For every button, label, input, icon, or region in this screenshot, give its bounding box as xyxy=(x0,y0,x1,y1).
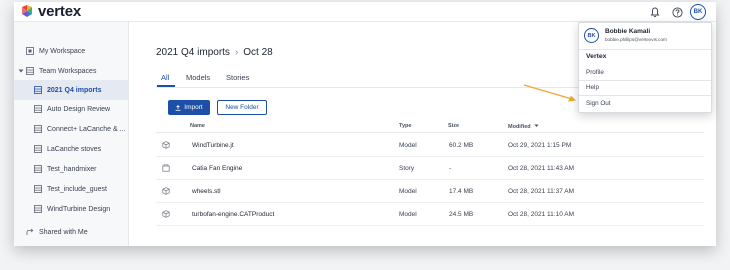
sort-desc-icon xyxy=(534,124,539,127)
model-icon xyxy=(162,187,170,195)
folder-grid-icon xyxy=(34,165,42,173)
folder-grid-icon xyxy=(34,205,42,213)
story-icon xyxy=(162,164,170,172)
folder-grid-icon xyxy=(34,105,42,113)
menu-item-profile[interactable]: Profile xyxy=(586,69,604,76)
table-row[interactable]: WindTurbine.jt Model 60.2 MB Oct 29, 202… xyxy=(156,134,704,157)
vertex-logo-icon xyxy=(22,5,32,17)
folder-grid-icon xyxy=(34,125,42,133)
file-modified: Oct 28, 2021 11:10 AM xyxy=(508,211,575,218)
table-header-divider xyxy=(156,132,704,133)
file-type: Model xyxy=(399,142,417,149)
tab-stories[interactable]: Stories xyxy=(226,73,249,82)
file-modified: Oct 28, 2021 11:43 AM xyxy=(508,165,575,172)
column-header-modified-label: Modified xyxy=(508,124,531,130)
top-bar: vertex BK xyxy=(14,2,716,22)
sidebar-item-team-workspaces[interactable]: Team Workspaces xyxy=(14,61,129,81)
sidebar-item-lacanche-stoves[interactable]: LaCanche stoves xyxy=(14,139,129,159)
file-size: 17.4 MB xyxy=(449,188,474,195)
file-size: 24.5 MB xyxy=(449,211,474,218)
tab-models[interactable]: Models xyxy=(186,73,210,82)
sidebar-item-2021-q4-imports[interactable]: 2021 Q4 imports xyxy=(14,80,129,100)
menu-item-help[interactable]: Help xyxy=(586,84,599,91)
file-size: 60.2 MB xyxy=(449,142,474,149)
model-icon xyxy=(162,141,170,149)
file-name[interactable]: turbofan-engine.CATProduct xyxy=(192,211,274,218)
help-icon[interactable] xyxy=(669,4,685,20)
tab-all[interactable]: All xyxy=(161,73,169,82)
menu-divider xyxy=(579,80,711,81)
breadcrumb-parent[interactable]: 2021 Q4 imports xyxy=(156,47,230,58)
new-folder-button[interactable]: New Folder xyxy=(217,100,267,115)
file-modified: Oct 29, 2021 1:15 PM xyxy=(508,142,572,149)
breadcrumb: 2021 Q4 imports › Oct 28 xyxy=(156,47,273,58)
team-icon xyxy=(26,67,34,75)
sidebar-item-connect-lacanche[interactable]: Connect+ LaCanche & ... xyxy=(14,119,129,139)
user-name: Bobbie Kamali xyxy=(605,28,651,35)
sidebar-item-label: WindTurbine Design xyxy=(47,205,111,213)
menu-divider xyxy=(579,49,711,50)
annotation-arrow-icon xyxy=(523,84,576,102)
sidebar-item-label: Test_handmixer xyxy=(47,165,97,173)
user-avatar-button[interactable]: BK xyxy=(690,4,706,20)
sidebar-item-label: My Workspace xyxy=(39,47,86,55)
sidebar-item-label: Test_include_guest xyxy=(47,185,107,193)
folder-grid-icon xyxy=(34,185,42,193)
file-name[interactable]: WindTurbine.jt xyxy=(192,142,234,149)
menu-org-name: Vertex xyxy=(586,53,607,60)
import-button-label: Import xyxy=(184,104,203,111)
profile-menu: BK Bobbie Kamali bobbie.phillips@vertexv… xyxy=(578,22,712,113)
menu-avatar: BK xyxy=(584,28,599,43)
sidebar-item-shared-with-me[interactable]: Shared with Me xyxy=(14,222,129,242)
table-row[interactable]: Catia Fan Engine Story - Oct 28, 2021 11… xyxy=(156,157,704,180)
sidebar-item-label: Team Workspaces xyxy=(39,67,97,75)
sidebar-item-windturbine-design[interactable]: WindTurbine Design xyxy=(14,199,129,219)
brand-name: vertex xyxy=(38,3,82,20)
sidebar-item-label: LaCanche stoves xyxy=(47,145,102,153)
user-email: bobbie.phillips@vertexvis.com xyxy=(605,37,667,42)
breadcrumb-current: Oct 28 xyxy=(243,47,273,58)
chevron-right-icon: › xyxy=(234,47,239,58)
file-name[interactable]: wheels.stl xyxy=(192,188,221,195)
sidebar-item-label: 2021 Q4 imports xyxy=(47,86,102,94)
file-type: Story xyxy=(399,165,415,172)
column-header-type[interactable]: Type xyxy=(399,123,411,129)
column-header-size[interactable]: Size xyxy=(448,123,459,129)
workspace-icon xyxy=(26,47,34,55)
column-header-name[interactable]: Name xyxy=(190,123,205,129)
import-button[interactable]: Import xyxy=(168,100,210,115)
table-row[interactable]: wheels.stl Model 17.4 MB Oct 28, 2021 11… xyxy=(156,180,704,203)
caret-down-icon[interactable] xyxy=(17,67,25,75)
bell-icon[interactable] xyxy=(647,4,663,20)
sidebar-item-label: Auto Design Review xyxy=(47,105,111,113)
sidebar-item-test-include-guest[interactable]: Test_include_guest xyxy=(14,179,129,199)
model-icon xyxy=(162,210,170,218)
column-header-modified[interactable]: Modified xyxy=(508,123,539,130)
share-icon xyxy=(26,228,34,236)
sidebar-item-auto-design-review[interactable]: Auto Design Review xyxy=(14,99,129,119)
file-name[interactable]: Catia Fan Engine xyxy=(192,165,242,172)
file-type: Model xyxy=(399,188,417,195)
menu-item-sign-out[interactable]: Sign Out xyxy=(586,100,611,107)
file-type: Model xyxy=(399,211,417,218)
sidebar-item-label: Connect+ LaCanche & ... xyxy=(47,125,126,133)
folder-grid-icon xyxy=(34,145,42,153)
sidebar-item-label: Shared with Me xyxy=(39,228,88,236)
upload-icon xyxy=(175,104,181,111)
file-modified: Oct 28, 2021 11:37 AM xyxy=(508,188,575,195)
folder-grid-icon xyxy=(34,86,42,94)
file-size: - xyxy=(449,165,452,172)
sidebar-item-my-workspace[interactable]: My Workspace xyxy=(14,41,129,61)
menu-divider xyxy=(579,95,711,96)
sidebar-item-test-handmixer[interactable]: Test_handmixer xyxy=(14,159,129,179)
sidebar: My Workspace Team Workspaces 2021 Q4 imp… xyxy=(14,22,129,246)
table-row[interactable]: turbofan-engine.CATProduct Model 24.5 MB… xyxy=(156,203,704,226)
